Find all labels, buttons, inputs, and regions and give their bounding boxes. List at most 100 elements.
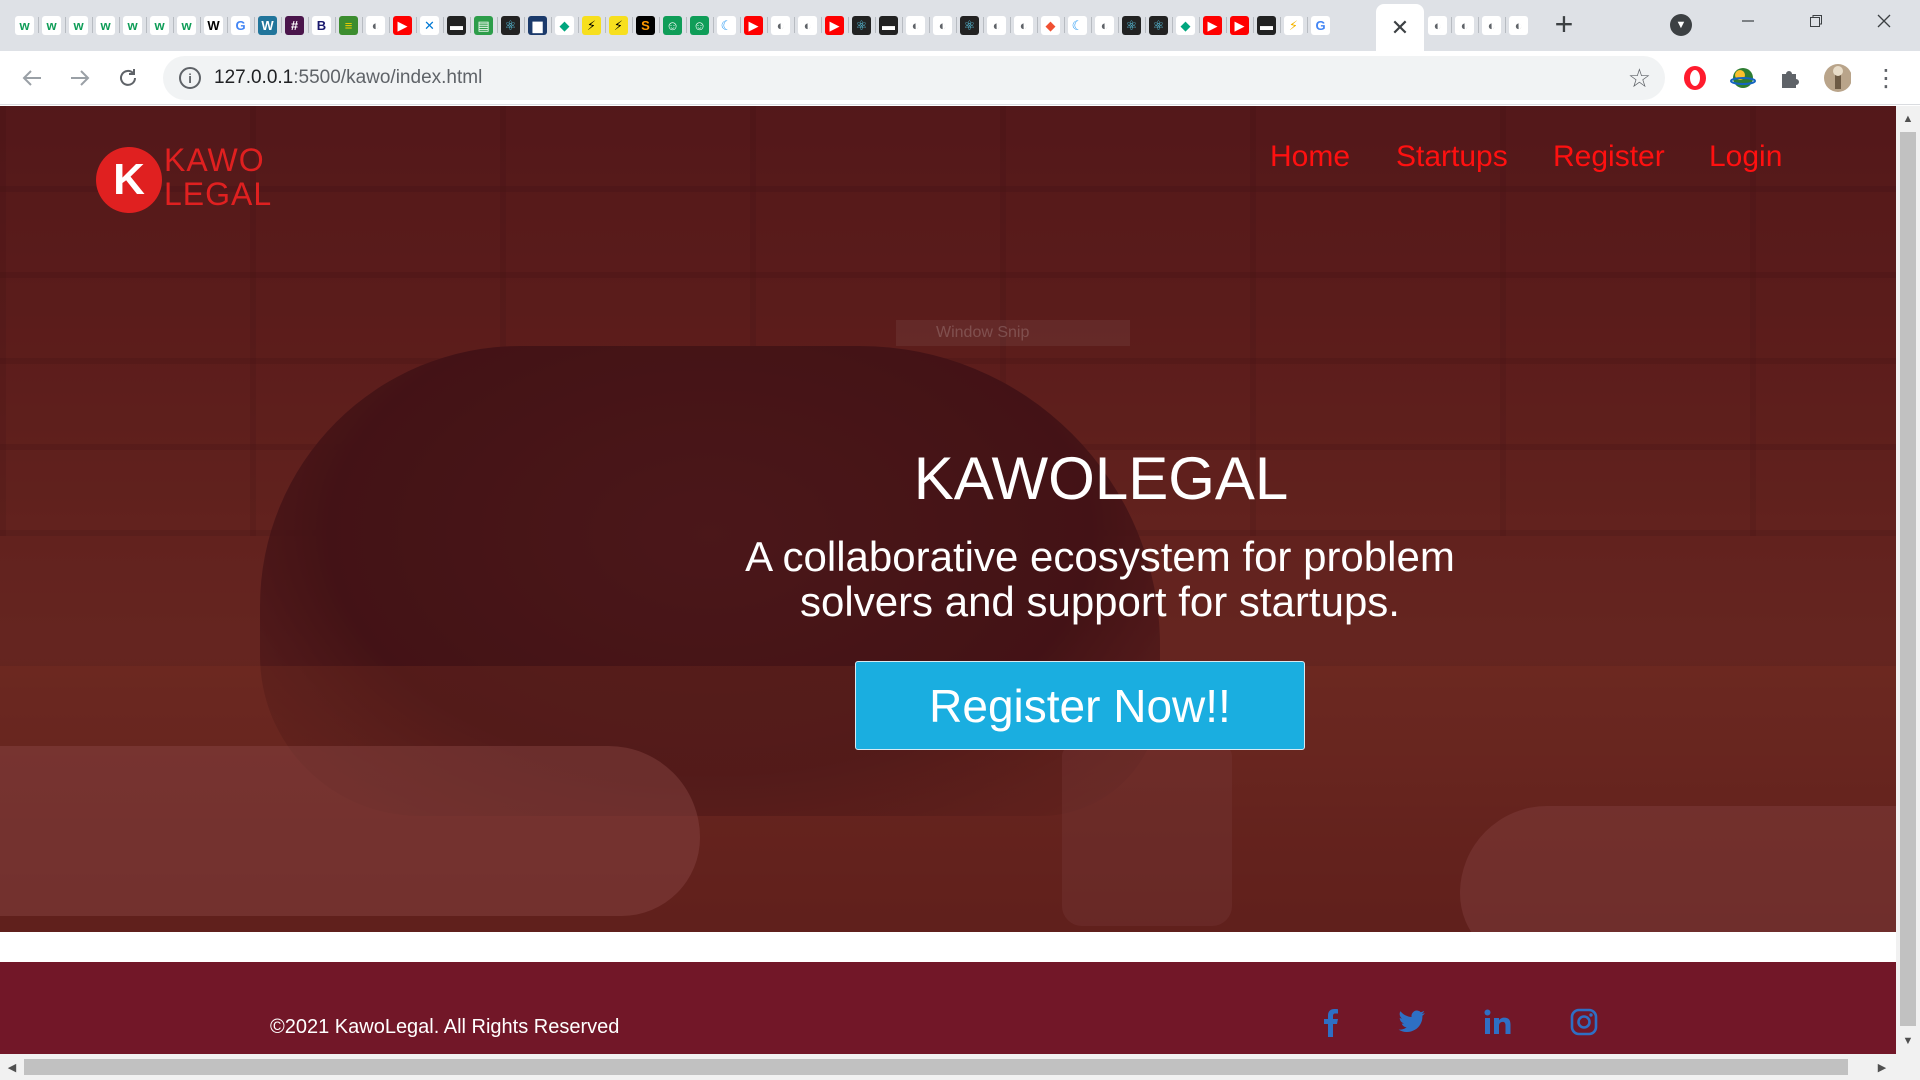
url-host: 127.0.0.1 xyxy=(214,67,294,88)
tab-favicon-icon: ◐ xyxy=(1482,15,1501,35)
pinned-tab[interactable]: G xyxy=(227,12,254,38)
pinned-tab[interactable]: ▶ xyxy=(389,12,416,38)
pinned-tab[interactable]: ▬ xyxy=(443,12,470,38)
scroll-up-arrow-icon[interactable]: ▲ xyxy=(1898,109,1918,129)
pinned-tab[interactable]: ▤ xyxy=(470,12,497,38)
pinned-tab[interactable]: ◆ xyxy=(551,12,578,38)
pinned-tab[interactable]: ◐ xyxy=(767,12,794,38)
pinned-tab[interactable]: ⚡ xyxy=(605,12,632,38)
facebook-icon[interactable] xyxy=(1310,1002,1350,1042)
register-now-button[interactable]: Register Now!! xyxy=(855,661,1305,750)
pinned-tab[interactable]: w xyxy=(11,12,38,38)
nav-register[interactable]: Register xyxy=(1553,140,1665,174)
pinned-tab[interactable]: ◆ xyxy=(1037,12,1064,38)
vertical-scroll-thumb[interactable] xyxy=(1900,132,1916,1026)
bookmark-star-icon[interactable]: ☆ xyxy=(1628,63,1651,94)
scroll-left-arrow-icon[interactable]: ◀ xyxy=(2,1057,22,1077)
nav-login[interactable]: Login xyxy=(1709,140,1782,174)
pinned-tab[interactable]: ◐ xyxy=(929,12,956,38)
site-footer: ©2021 KawoLegal. All Rights Reserved xyxy=(0,962,1896,1054)
tab-favicon-icon: ⚛ xyxy=(960,15,979,35)
pinned-tab[interactable]: G xyxy=(1307,12,1334,38)
pinned-tab[interactable]: ◐ xyxy=(1091,12,1118,38)
tab-favicon-icon: w xyxy=(177,15,196,35)
scroll-down-arrow-icon[interactable]: ▼ xyxy=(1898,1031,1918,1051)
pinned-tab[interactable]: B xyxy=(308,12,335,38)
pinned-tab[interactable]: ▶ xyxy=(821,12,848,38)
pinned-tab[interactable]: ▬ xyxy=(875,12,902,38)
close-tab-icon[interactable]: ✕ xyxy=(1391,15,1409,41)
forward-icon[interactable] xyxy=(64,62,96,94)
reload-icon[interactable] xyxy=(112,62,144,94)
nav-home[interactable]: Home xyxy=(1270,140,1350,174)
horizontal-scrollbar[interactable]: ◀ ▶ xyxy=(0,1054,1920,1080)
address-bar[interactable]: i 127.0.0.1:5500/kawo/index.html ☆ xyxy=(163,56,1665,100)
pinned-tab[interactable]: ◐ xyxy=(983,12,1010,38)
back-icon[interactable] xyxy=(16,62,48,94)
restore-icon[interactable] xyxy=(1796,6,1836,36)
pinned-tab[interactable]: ▶ xyxy=(1199,12,1226,38)
vertical-scrollbar[interactable]: ▲ ▼ xyxy=(1896,106,1920,1054)
pinned-tab[interactable]: ☺ xyxy=(659,12,686,38)
tab-search-icon[interactable]: ▼ xyxy=(1670,14,1692,36)
pinned-tab[interactable]: w xyxy=(146,12,173,38)
trailing-tab[interactable]: ◐ xyxy=(1451,12,1478,38)
pinned-tab[interactable]: ◐ xyxy=(362,12,389,38)
close-window-icon[interactable] xyxy=(1864,6,1904,36)
menu-kebab-icon[interactable]: ⋮ xyxy=(1872,64,1900,92)
pinned-tab[interactable]: S xyxy=(632,12,659,38)
pinned-tab[interactable]: ⚛ xyxy=(1145,12,1172,38)
pinned-tab[interactable]: # xyxy=(281,12,308,38)
scroll-right-arrow-icon[interactable]: ▶ xyxy=(1872,1057,1892,1077)
pinned-tab[interactable]: W xyxy=(200,12,227,38)
pinned-tab[interactable]: ▬ xyxy=(1253,12,1280,38)
pinned-tab[interactable]: ⚡ xyxy=(1280,12,1307,38)
pinned-tab[interactable]: ✕ xyxy=(416,12,443,38)
pinned-tab[interactable]: w xyxy=(119,12,146,38)
extension-globe-icon[interactable] xyxy=(1729,64,1757,92)
pinned-tab[interactable]: ◐ xyxy=(1010,12,1037,38)
pinned-tab[interactable]: ⚛ xyxy=(848,12,875,38)
pinned-tab[interactable]: w xyxy=(173,12,200,38)
tab-favicon-icon: ⚡ xyxy=(609,15,628,35)
minimize-icon[interactable] xyxy=(1728,6,1768,36)
pinned-tab[interactable]: ▆ xyxy=(524,12,551,38)
tab-strip: w w w w w w w W G W # B ≡ ◐ ▶ ✕ ▬ ▤ ⚛ ▆ ◆ ⚡ ⚡ S ☺ ☺ ☾ ▶ ◐ ◐ ▶ ⚛ ▬ ◐ ◐ ⚛ ◐ ◐ ◆ ☾… xyxy=(0,0,1920,51)
pinned-tab[interactable]: w xyxy=(38,12,65,38)
pinned-tab[interactable]: ⚛ xyxy=(956,12,983,38)
pinned-tab[interactable]: ☺ xyxy=(686,12,713,38)
pinned-tab[interactable]: ◐ xyxy=(794,12,821,38)
tab-favicon-icon: ⚡ xyxy=(1284,15,1303,35)
new-tab-button[interactable]: + xyxy=(1548,8,1580,42)
nav-startups[interactable]: Startups xyxy=(1396,140,1508,174)
linkedin-icon[interactable] xyxy=(1478,1002,1518,1042)
active-tab[interactable]: ✕ xyxy=(1376,4,1424,51)
tab-favicon-icon: ⚛ xyxy=(1122,15,1141,35)
pinned-tab[interactable]: W xyxy=(254,12,281,38)
site-info-icon[interactable]: i xyxy=(179,67,201,89)
pinned-tab[interactable]: ≡ xyxy=(335,12,362,38)
trailing-tab[interactable]: ◐ xyxy=(1505,12,1532,38)
pinned-tab[interactable]: ☾ xyxy=(713,12,740,38)
opera-extension-icon[interactable] xyxy=(1681,64,1709,92)
trailing-tab[interactable]: ◐ xyxy=(1424,12,1451,38)
pinned-tab[interactable]: ☾ xyxy=(1064,12,1091,38)
pinned-tab[interactable]: ◆ xyxy=(1172,12,1199,38)
pinned-tab[interactable]: ◐ xyxy=(902,12,929,38)
pinned-tab[interactable]: ▶ xyxy=(740,12,767,38)
pinned-tab[interactable]: ⚛ xyxy=(497,12,524,38)
pinned-tab[interactable]: ⚛ xyxy=(1118,12,1145,38)
trailing-tab[interactable]: ◐ xyxy=(1478,12,1505,38)
twitter-icon[interactable] xyxy=(1392,1002,1432,1042)
profile-avatar[interactable] xyxy=(1823,64,1851,92)
pinned-tab[interactable]: ▶ xyxy=(1226,12,1253,38)
url-text[interactable]: 127.0.0.1:5500/kawo/index.html xyxy=(214,67,482,89)
hero-subtitle: A collaborative ecosystem for problem so… xyxy=(745,533,1455,625)
pinned-tab[interactable]: ⚡ xyxy=(578,12,605,38)
pinned-tab[interactable]: w xyxy=(92,12,119,38)
pinned-tab[interactable]: w xyxy=(65,12,92,38)
horizontal-scroll-thumb[interactable] xyxy=(24,1059,1848,1075)
extensions-puzzle-icon[interactable] xyxy=(1776,64,1804,92)
hero-title: KAWOLEGAL xyxy=(913,445,1289,512)
instagram-icon[interactable] xyxy=(1564,1002,1604,1042)
